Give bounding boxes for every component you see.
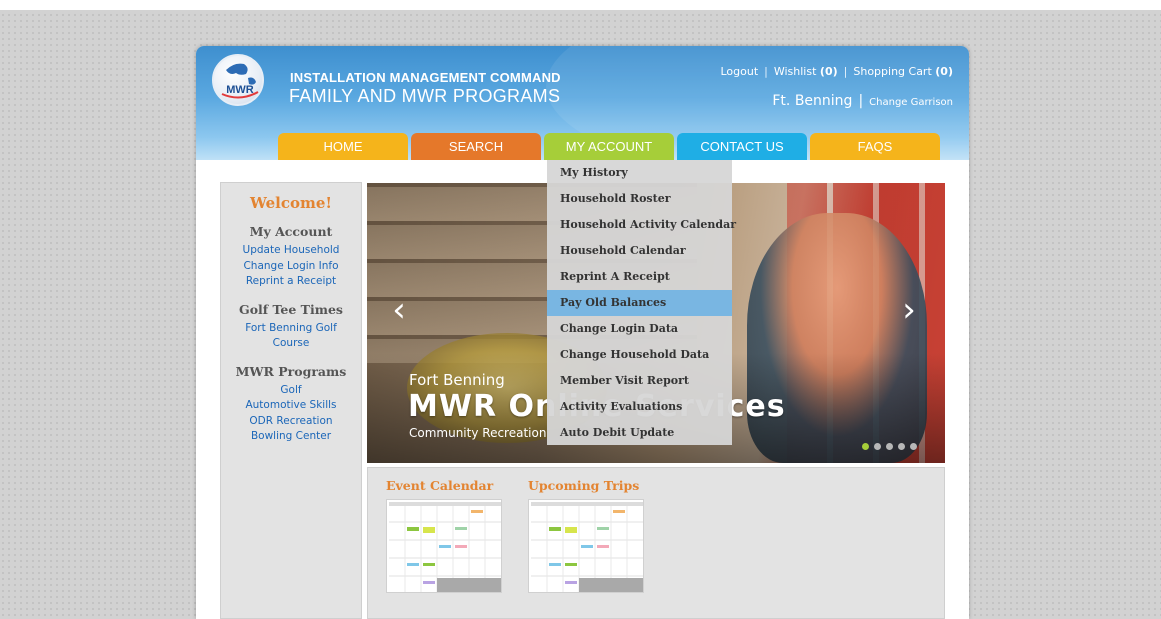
- mwr-programs-heading: MWR Programs: [235, 363, 347, 379]
- sidebar: Welcome! My Account Update Household Cha…: [220, 182, 362, 619]
- garrison-name: Ft. Benning: [772, 93, 853, 109]
- tab-home[interactable]: HOME: [278, 133, 408, 160]
- fort-benning-golf-link[interactable]: Fort Benning Golf Course: [221, 321, 361, 352]
- menu-item-change-household-data[interactable]: Change Household Data: [547, 342, 732, 368]
- upcoming-trips-thumbnail: [528, 499, 645, 594]
- top-links: Logout | Wishlist (0) | Shopping Cart (0…: [720, 65, 953, 78]
- reprint-receipt-link[interactable]: Reprint a Receipt: [221, 274, 361, 290]
- update-household-link[interactable]: Update Household: [221, 243, 361, 259]
- my-account-heading: My Account: [249, 224, 333, 239]
- header-title-line2: FAMILY AND MWR PROGRAMS: [289, 86, 561, 106]
- welcome-heading: Welcome!: [249, 194, 332, 212]
- page-frame: MWR INSTALLATION MANAGEMENT COMMAND FAMI…: [196, 46, 969, 619]
- tab-search[interactable]: SEARCH: [411, 133, 541, 160]
- tab-faqs[interactable]: FAQS: [810, 133, 940, 160]
- bowling-center-link[interactable]: Bowling Center: [221, 429, 361, 445]
- slide-dot[interactable]: [862, 443, 869, 450]
- garrison-separator: |: [858, 93, 864, 109]
- header-title-line1: INSTALLATION MANAGEMENT COMMAND: [290, 70, 561, 85]
- change-garrison-link[interactable]: Change Garrison: [869, 97, 953, 108]
- slide-dot[interactable]: [898, 443, 905, 450]
- garrison-selector: Ft. Benning | Change Garrison: [772, 93, 953, 109]
- calendar-grid: [529, 500, 645, 594]
- hero-caption-subtitle: Community Recreation: [409, 426, 547, 440]
- my-account-dropdown-menu: My History Household Roster Household Ac…: [547, 160, 736, 446]
- event-calendar-thumbnail: [386, 499, 503, 594]
- menu-item-change-login-data[interactable]: Change Login Data: [547, 316, 732, 342]
- site-header: MWR INSTALLATION MANAGEMENT COMMAND FAMI…: [196, 46, 969, 160]
- odr-recreation-link[interactable]: ODR Recreation: [221, 414, 361, 430]
- chevron-right-icon[interactable]: ›: [899, 293, 919, 327]
- golf-tee-times-heading: Golf Tee Times: [239, 301, 343, 317]
- globe-icon: [221, 63, 259, 99]
- automotive-skills-link[interactable]: Automotive Skills: [221, 398, 361, 414]
- menu-item-household-calendar[interactable]: Household Calendar: [547, 238, 732, 264]
- hero-caption-location: Fort Benning: [409, 371, 505, 389]
- wishlist-link[interactable]: Wishlist (0): [774, 65, 838, 78]
- menu-item-household-roster[interactable]: Household Roster: [547, 186, 732, 212]
- logo-text: MWR: [226, 84, 254, 96]
- wishlist-label: Wishlist: [773, 65, 817, 78]
- link-separator: |: [843, 65, 848, 78]
- wishlist-count: (0): [819, 65, 838, 78]
- menu-item-reprint-receipt[interactable]: Reprint A Receipt: [547, 264, 732, 290]
- golf-link[interactable]: Golf: [221, 383, 361, 399]
- menu-item-auto-debit-update[interactable]: Auto Debit Update: [547, 420, 732, 446]
- menu-item-activity-evaluations[interactable]: Activity Evaluations: [547, 394, 732, 420]
- event-calendar-title: Event Calendar: [386, 478, 494, 493]
- calendar-panel: Event Calendar Upcoming Trips: [367, 467, 945, 619]
- cart-count: (0): [935, 65, 953, 78]
- menu-item-my-history[interactable]: My History: [547, 160, 732, 186]
- menu-item-household-activity-calendar[interactable]: Household Activity Calendar: [547, 212, 736, 238]
- menu-item-pay-old-balances[interactable]: Pay Old Balances: [547, 290, 732, 316]
- mwr-logo[interactable]: MWR: [212, 54, 264, 106]
- slide-indicators: [862, 443, 917, 450]
- link-separator: |: [764, 65, 768, 78]
- logout-link[interactable]: Logout: [720, 65, 758, 78]
- tab-my-account[interactable]: MY ACCOUNT: [544, 133, 674, 160]
- event-calendar-block[interactable]: Event Calendar: [386, 478, 503, 597]
- upcoming-trips-block[interactable]: Upcoming Trips: [528, 478, 645, 597]
- slide-dot[interactable]: [874, 443, 881, 450]
- tab-contact-us[interactable]: CONTACT US: [677, 133, 807, 160]
- main-nav: HOME SEARCH MY ACCOUNT CONTACT US FAQS: [278, 133, 940, 160]
- menu-item-member-visit-report[interactable]: Member Visit Report: [547, 368, 732, 394]
- slide-dot[interactable]: [886, 443, 893, 450]
- slide-dot[interactable]: [910, 443, 917, 450]
- upcoming-trips-title: Upcoming Trips: [528, 478, 640, 493]
- top-strip: [0, 0, 1161, 10]
- cart-label: Shopping Cart: [853, 65, 932, 78]
- change-login-info-link[interactable]: Change Login Info: [221, 259, 361, 275]
- chevron-left-icon[interactable]: ‹: [389, 293, 409, 327]
- calendar-grid: [387, 500, 503, 594]
- shopping-cart-link[interactable]: Shopping Cart (0): [853, 65, 953, 78]
